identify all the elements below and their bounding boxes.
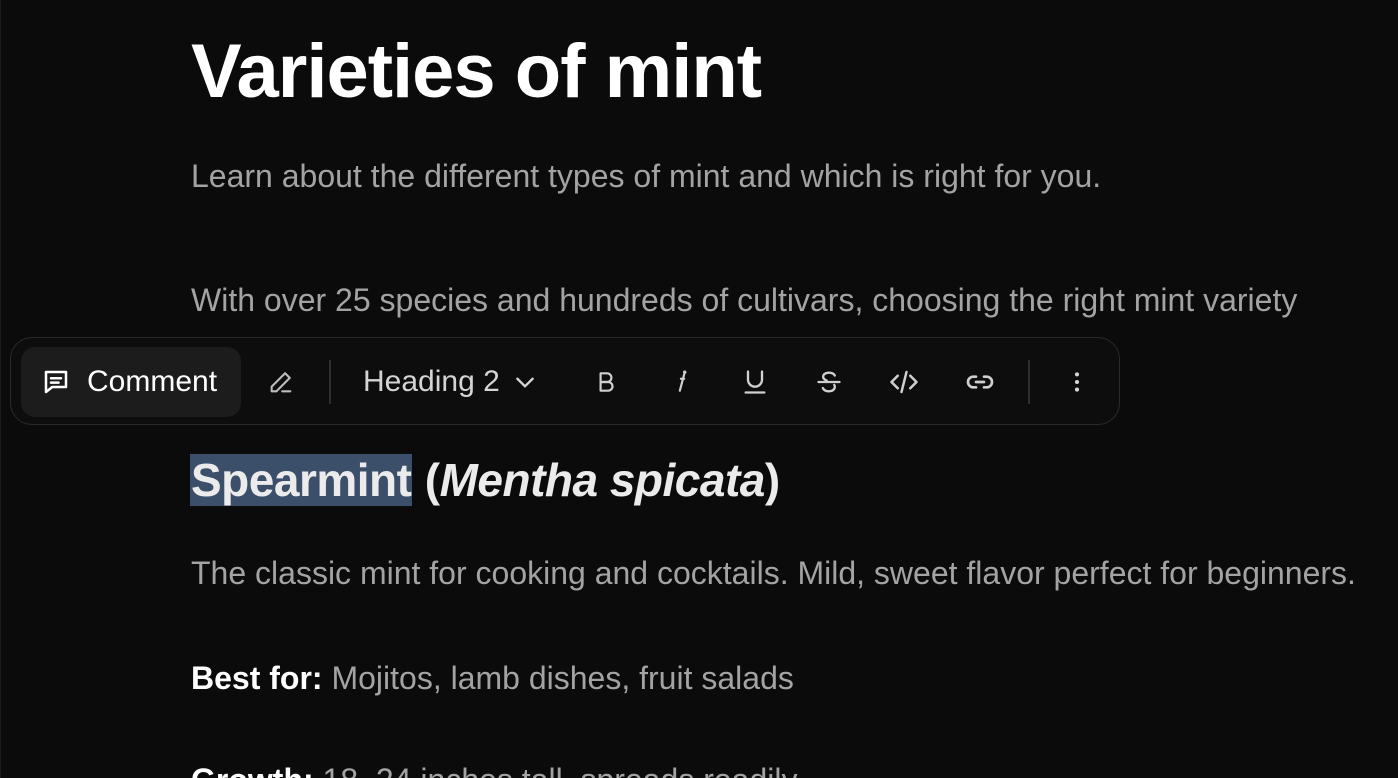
document-subtitle[interactable]: Learn about the different types of mint … [191, 156, 1101, 196]
section-heading[interactable]: Spearmint (Mentha spicata) [190, 446, 780, 514]
comment-button[interactable]: Comment [21, 347, 241, 417]
link-icon [964, 366, 996, 398]
bold-button[interactable] [585, 347, 627, 417]
growth-line[interactable]: Growth: 18–24 inches tall, spreads readi… [191, 760, 797, 778]
underline-button[interactable] [733, 347, 777, 417]
section-description[interactable]: The classic mint for cooking and cocktai… [191, 553, 1356, 593]
editor-page: Varieties of mint Learn about the differ… [0, 0, 1398, 778]
block-type-label: Heading 2 [363, 365, 500, 398]
strikethrough-button[interactable] [807, 347, 851, 417]
bold-icon [593, 369, 619, 395]
heading-open-paren: ( [412, 454, 440, 506]
toolbar-divider [1028, 360, 1030, 404]
growth-label: Growth: [191, 762, 314, 778]
block-type-dropdown[interactable]: Heading 2 [363, 347, 538, 417]
left-divider [0, 0, 1, 778]
more-icon [1064, 369, 1090, 395]
best-for-value: Mojitos, lamb dishes, fruit salads [322, 660, 794, 696]
italic-button[interactable] [661, 347, 703, 417]
intro-paragraph[interactable]: With over 25 species and hundreds of cul… [191, 280, 1297, 320]
formatting-toolbar: Comment Heading 2 [10, 337, 1120, 425]
more-options-button[interactable] [1057, 347, 1097, 417]
code-icon [889, 367, 919, 397]
best-for-line[interactable]: Best for: Mojitos, lamb dishes, fruit sa… [191, 658, 794, 698]
selected-text[interactable]: Spearmint [190, 454, 413, 506]
italic-icon [669, 369, 695, 395]
underline-icon [741, 368, 769, 396]
pen-icon [267, 368, 295, 396]
edit-button[interactable] [259, 347, 303, 417]
comment-icon [41, 367, 71, 397]
strikethrough-icon [815, 368, 843, 396]
chevron-down-icon [512, 369, 538, 395]
comment-label: Comment [87, 365, 218, 398]
growth-value: 18–24 inches tall, spreads readily [314, 762, 798, 778]
document-title[interactable]: Varieties of mint [191, 26, 762, 118]
heading-scientific-name: Mentha spicata [439, 454, 766, 506]
link-button[interactable] [957, 347, 1003, 417]
heading-close-paren: ) [764, 454, 780, 506]
toolbar-divider [329, 360, 331, 404]
code-button[interactable] [881, 347, 927, 417]
best-for-label: Best for: [191, 660, 323, 696]
